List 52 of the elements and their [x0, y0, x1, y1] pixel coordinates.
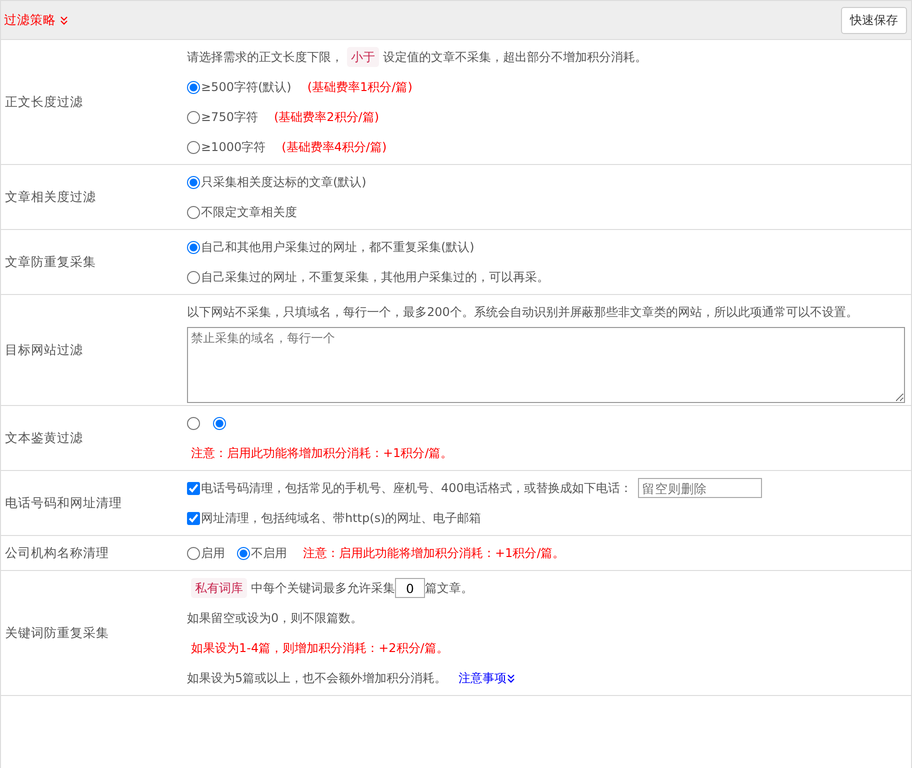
row-label: 电话号码和网址清理 [4, 494, 123, 512]
warning-text: (基础费率4积分/篇) [282, 139, 387, 156]
double-chevron-icon [60, 16, 68, 24]
description-text: 中每个关键词最多允许采集 [251, 580, 395, 597]
description-text: 设定值的文章不采集，超出部分不增加积分消耗。 [383, 49, 647, 66]
radio-button[interactable] [237, 546, 250, 560]
radio-button[interactable] [187, 240, 200, 254]
notice-link[interactable]: 注意事项 [458, 664, 515, 692]
radio-option[interactable]: 启用 [187, 539, 225, 567]
description-text: 如果留空或设为0，则不限篇数。 [187, 610, 363, 627]
radio-button[interactable] [187, 546, 200, 560]
count-input-field[interactable]: 0 [395, 578, 425, 598]
description-text: 请选择需求的正文长度下限， [187, 49, 343, 66]
warning-text: (基础费率1积分/篇) [307, 79, 412, 96]
checkbox[interactable] [187, 512, 200, 524]
row-label: 关键词防重复采集 [4, 624, 110, 642]
radio-option[interactable]: 不启用 [237, 539, 287, 567]
warning-text: 注意：启用此功能将增加积分消耗：+1积分/篇。 [303, 545, 565, 562]
checkbox-option[interactable]: 电话号码清理，包括常见的手机号、座机号、400电话格式，或替换成如下电话： [187, 474, 632, 502]
checkbox[interactable] [187, 482, 200, 494]
warning-text: (基础费率2积分/篇) [274, 109, 380, 126]
double-chevron-icon [506, 674, 515, 682]
warning-text: 如果设为1-4篇，则增加积分消耗：+2积分/篇。 [191, 640, 448, 657]
radio-button[interactable] [187, 206, 200, 218]
row-label: 正文长度过滤 [4, 92, 84, 110]
row-label: 目标网站过滤 [4, 340, 84, 358]
radio-button[interactable] [187, 110, 200, 124]
domain-textarea[interactable]: 禁止采集的域名，每行一个 [187, 327, 905, 403]
checkbox-option[interactable]: 网址清理，包括纯域名、带http(s)的网址、电子邮箱 [187, 504, 482, 532]
code-tag: 私有词库 [191, 578, 247, 598]
save-button[interactable]: 快速保存 [841, 6, 907, 34]
row-label: 公司机构名称清理 [4, 544, 110, 562]
radio-option[interactable]: ≥1000字符 [187, 133, 266, 161]
radio-button[interactable] [187, 80, 200, 94]
radio-option[interactable]: ≥500字符(默认) [187, 73, 292, 101]
radio-button[interactable] [187, 176, 200, 188]
row-label: 文章相关度过滤 [4, 188, 97, 206]
description-text: 以下网站不采集，只填域名，每行一个，最多200个。系统会自动识别并屏蔽那些非文章类的网站，所以此项通常可以不设置。 [187, 304, 858, 321]
row-label: 文本鉴黄过滤 [4, 428, 84, 446]
row-label: 文章防重复采集 [4, 252, 97, 270]
radio-option[interactable]: ≥750字符 [187, 103, 258, 131]
radio-option[interactable]: 自己和其他用户采集过的网址，都不重复采集(默认) [187, 233, 474, 261]
radio-button[interactable] [187, 270, 200, 284]
radio-option[interactable]: 自己采集过的网址，不重复采集，其他用户采集过的，可以再采。 [187, 263, 549, 291]
description-text: 篇文章。 [425, 580, 473, 597]
warning-text: 注意：启用此功能将增加积分消耗：+1积分/篇。 [191, 445, 453, 462]
description-text: 如果设为5篇或以上，也不会额外增加积分消耗。 [187, 670, 447, 687]
radio-button[interactable] [187, 140, 200, 154]
code-tag: 小于 [347, 47, 379, 67]
radio-option[interactable]: 只采集相关度达标的文章(默认) [187, 168, 366, 196]
phone-input-field[interactable]: 留空则删除 [638, 478, 762, 498]
radio-option[interactable]: 不限定文章相关度 [187, 198, 297, 226]
